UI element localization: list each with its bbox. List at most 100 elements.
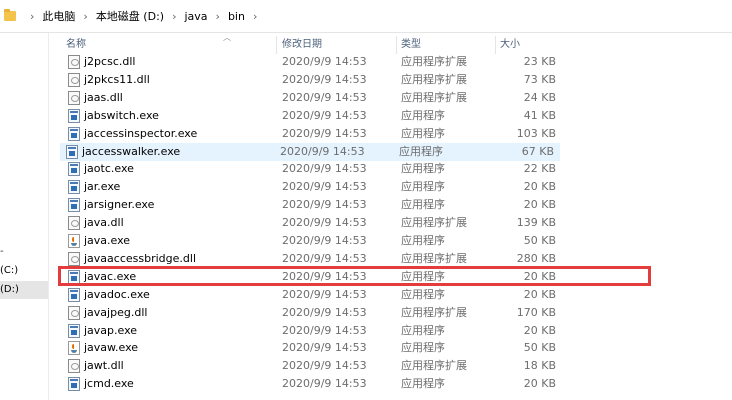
file-row[interactable]: jawt.dll 2020/9/9 14:53 应用程序扩展 18 KB (62, 357, 558, 375)
file-date: 2020/9/9 14:53 (282, 306, 367, 319)
file-date: 2020/9/9 14:53 (282, 341, 367, 354)
file-name: javadoc.exe (84, 288, 150, 301)
file-row[interactable]: jaotc.exe 2020/9/9 14:53 应用程序 22 KB (62, 160, 558, 178)
file-type: 应用程序 (401, 109, 445, 122)
column-header-date[interactable]: 修改日期 (282, 36, 397, 54)
file-size: 280 KB (516, 252, 556, 265)
file-type: 应用程序扩展 (401, 252, 467, 265)
file-size: 170 KB (516, 306, 556, 319)
column-header-size[interactable]: 大小 (500, 36, 560, 54)
nav-item-drive-d[interactable]: (D:) (0, 281, 48, 299)
file-date: 2020/9/9 14:53 (282, 198, 367, 211)
file-date: 2020/9/9 14:53 (282, 216, 367, 229)
file-date: 2020/9/9 14:53 (282, 359, 367, 372)
file-row[interactable]: jaas.dll 2020/9/9 14:53 应用程序扩展 24 KB (62, 89, 558, 107)
file-row[interactable]: javajpeg.dll 2020/9/9 14:53 应用程序扩展 170 KB (62, 304, 558, 322)
file-name: java.dll (84, 216, 124, 229)
file-size: 41 KB (523, 109, 556, 122)
file-type: 应用程序扩展 (401, 55, 467, 68)
file-row[interactable]: javac.exe 2020/9/9 14:53 应用程序 20 KB (62, 268, 558, 286)
exe-file-icon (68, 162, 80, 176)
exe-file-icon (68, 270, 80, 284)
exe-file-icon (68, 127, 80, 141)
file-row[interactable]: jarsigner.exe 2020/9/9 14:53 应用程序 20 KB (62, 196, 558, 214)
exe-file-icon (68, 109, 80, 123)
file-name: jarsigner.exe (84, 198, 155, 211)
file-name: javap.exe (84, 324, 138, 337)
file-type: 应用程序扩展 (401, 359, 467, 372)
file-name: jabswitch.exe (84, 109, 159, 122)
breadcrumb: › 此电脑 › 本地磁盘 (D:) › java › bin › (4, 6, 265, 26)
file-type: 应用程序扩展 (401, 306, 467, 319)
file-date: 2020/9/9 14:53 (282, 288, 367, 301)
column-header-type[interactable]: 类型 (401, 36, 496, 54)
chevron-right-icon: › (215, 9, 220, 23)
file-name: jar.exe (84, 180, 121, 193)
dll-file-icon (68, 306, 80, 320)
file-type: 应用程序 (401, 288, 445, 301)
file-name: j2pcsc.dll (84, 55, 136, 68)
file-name: javaw.exe (84, 341, 139, 354)
file-row[interactable]: j2pcsc.dll 2020/9/9 14:53 应用程序扩展 23 KB (62, 53, 558, 71)
file-date: 2020/9/9 14:53 (282, 127, 367, 140)
folder-icon (4, 9, 16, 21)
exe-file-icon (68, 180, 80, 194)
file-row[interactable]: javadoc.exe 2020/9/9 14:53 应用程序 20 KB (62, 286, 558, 304)
file-type: 应用程序扩展 (401, 91, 467, 104)
dll-file-icon (68, 252, 80, 266)
file-size: 18 KB (523, 359, 556, 372)
file-type: 应用程序 (401, 341, 445, 354)
file-row[interactable]: javaaccessbridge.dll 2020/9/9 14:53 应用程序扩展… (62, 250, 558, 268)
breadcrumb-this-pc[interactable]: 此电脑 (42, 8, 75, 24)
column-header-name[interactable]: 名称 (66, 36, 277, 54)
file-row[interactable]: jar.exe 2020/9/9 14:53 应用程序 20 KB (62, 178, 558, 196)
address-bar[interactable]: › 此电脑 › 本地磁盘 (D:) › java › bin › (0, 0, 732, 33)
exe-file-icon (68, 377, 80, 391)
exe-file-icon (66, 145, 78, 159)
exe-file-icon (68, 198, 80, 212)
java-cup-icon (68, 341, 80, 355)
file-date: 2020/9/9 14:53 (282, 324, 367, 337)
file-type: 应用程序 (401, 162, 445, 175)
exe-file-icon (68, 288, 80, 302)
file-size: 20 KB (523, 377, 556, 390)
file-size: 20 KB (523, 198, 556, 211)
file-name: jaotc.exe (84, 162, 134, 175)
chevron-right-icon: › (30, 9, 35, 23)
file-type: 应用程序 (401, 377, 445, 390)
file-type: 应用程序 (401, 127, 445, 140)
file-date: 2020/9/9 14:53 (282, 180, 367, 193)
file-date: 2020/9/9 14:53 (282, 91, 367, 104)
file-date: 2020/9/9 14:53 (282, 252, 367, 265)
file-row[interactable]: java.dll 2020/9/9 14:53 应用程序扩展 139 KB (62, 214, 558, 232)
file-size: 20 KB (523, 270, 556, 283)
file-size: 20 KB (523, 180, 556, 193)
dll-file-icon (68, 91, 80, 105)
file-date: 2020/9/9 14:53 (280, 145, 365, 158)
file-type: 应用程序 (401, 180, 445, 193)
java-cup-icon (68, 234, 80, 248)
file-size: 22 KB (523, 162, 556, 175)
breadcrumb-drive-d[interactable]: 本地磁盘 (D:) (96, 8, 164, 24)
file-date: 2020/9/9 14:53 (282, 377, 367, 390)
file-row[interactable]: j2pkcs11.dll 2020/9/9 14:53 应用程序扩展 73 KB (62, 71, 558, 89)
file-type: 应用程序 (399, 145, 443, 158)
file-row[interactable]: java.exe 2020/9/9 14:53 应用程序 50 KB (62, 232, 558, 250)
file-row[interactable]: javaw.exe 2020/9/9 14:53 应用程序 50 KB (62, 339, 558, 357)
navigation-pane[interactable]: - (C:) (D:) (0, 33, 49, 400)
file-row[interactable]: jaccessinspector.exe 2020/9/9 14:53 应用程序 10… (62, 125, 558, 143)
nav-item-drive-c[interactable]: (C:) (0, 262, 48, 280)
file-name: jaas.dll (84, 91, 123, 104)
file-name: javac.exe (84, 270, 137, 283)
file-row[interactable]: jaccesswalker.exe 2020/9/9 14:53 应用程序 67 KB (60, 143, 560, 161)
file-row[interactable]: jcmd.exe 2020/9/9 14:53 应用程序 20 KB (62, 375, 558, 393)
nav-item-expander[interactable]: - (0, 243, 48, 261)
file-date: 2020/9/9 14:53 (282, 55, 367, 68)
file-row[interactable]: jabswitch.exe 2020/9/9 14:53 应用程序 41 KB (62, 107, 558, 125)
file-type: 应用程序扩展 (401, 73, 467, 86)
breadcrumb-bin[interactable]: bin (228, 10, 245, 23)
file-row[interactable]: javap.exe 2020/9/9 14:53 应用程序 20 KB (62, 322, 558, 340)
file-size: 73 KB (523, 73, 556, 86)
file-type: 应用程序 (401, 198, 445, 211)
breadcrumb-java[interactable]: java (184, 10, 207, 23)
